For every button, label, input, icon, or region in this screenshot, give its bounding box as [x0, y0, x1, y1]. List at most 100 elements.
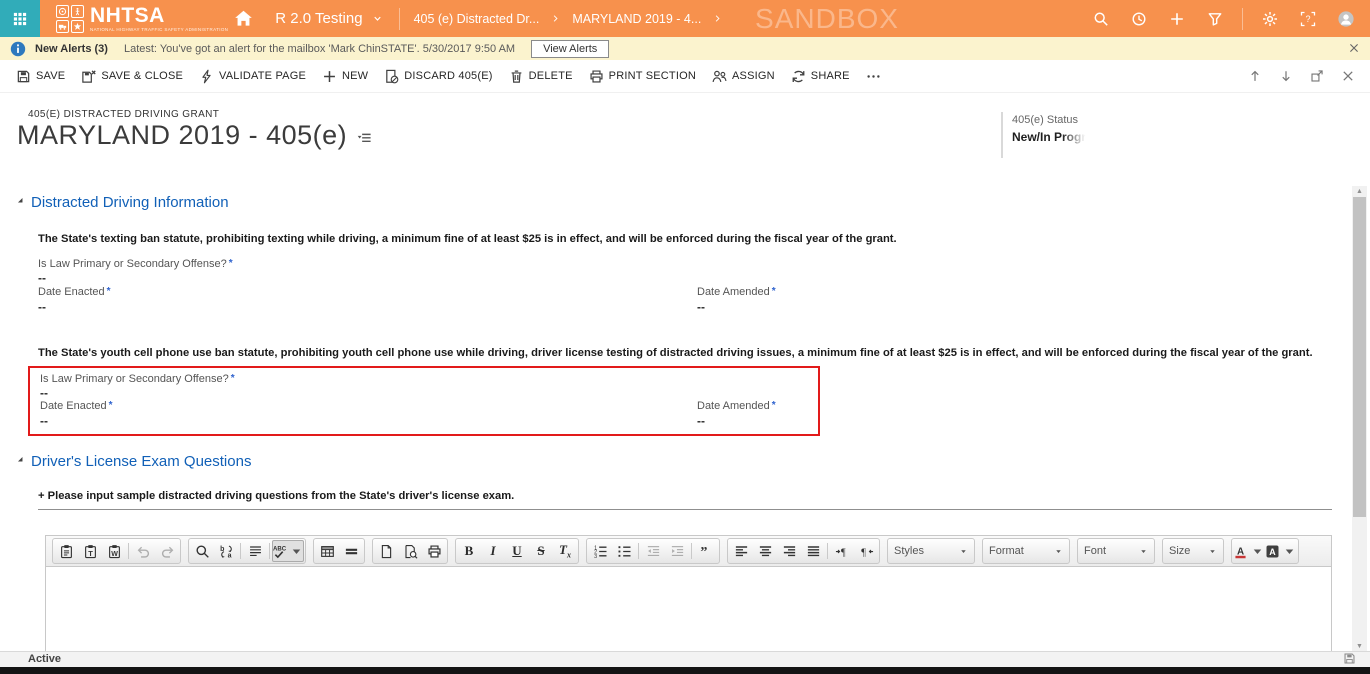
user-avatar[interactable] — [1338, 11, 1354, 27]
remove-format-button[interactable]: Tx — [553, 540, 577, 562]
home-icon[interactable] — [234, 9, 253, 28]
decrease-indent-button[interactable] — [641, 540, 665, 562]
italic-button[interactable]: I — [481, 540, 505, 562]
recent-items-icon[interactable] — [1131, 11, 1147, 27]
caret-down-icon — [1250, 544, 1265, 559]
insert-table-button[interactable] — [315, 540, 339, 562]
strikethrough-button[interactable]: S — [529, 540, 553, 562]
font-dropdown[interactable]: Font — [1077, 538, 1155, 564]
paste-plain-text-button[interactable]: T — [78, 540, 102, 562]
align-right-icon — [782, 544, 797, 559]
paste-button[interactable] — [54, 540, 78, 562]
toolbar-divider — [269, 543, 270, 559]
search-icon[interactable] — [1093, 11, 1109, 27]
plus-icon — [322, 69, 337, 84]
validation-highlight-box: Is Law Primary or Secondary Offense?* --… — [28, 366, 820, 436]
autosave-icon[interactable] — [1343, 652, 1356, 665]
find-button[interactable] — [190, 540, 214, 562]
caret-down-icon — [1208, 547, 1217, 556]
next-record-icon[interactable] — [1279, 69, 1293, 83]
breadcrumb-record[interactable]: MARYLAND 2019 - 4... — [572, 12, 701, 26]
alert-close-icon[interactable] — [1348, 42, 1360, 54]
print-button[interactable] — [422, 540, 446, 562]
select-all-button[interactable] — [243, 540, 267, 562]
caret-down-icon — [1054, 547, 1063, 556]
text-direction-rtl-button[interactable]: ¶ — [854, 540, 878, 562]
bulleted-list-button[interactable] — [612, 540, 636, 562]
delete-button[interactable]: DELETE — [501, 60, 581, 92]
horizontal-rule-button[interactable] — [339, 540, 363, 562]
app-name-menu[interactable]: R 2.0 Testing — [275, 10, 382, 27]
date-enacted-value[interactable]: -- — [40, 414, 48, 428]
section-distracted-driving[interactable]: Distracted Driving Information — [16, 194, 229, 211]
settings-gear-icon[interactable] — [1262, 11, 1278, 27]
align-justify-button[interactable] — [801, 540, 825, 562]
redo-button[interactable] — [155, 540, 179, 562]
format-dropdown[interactable]: Format — [982, 538, 1070, 564]
caret-down-icon — [1282, 544, 1297, 559]
numbered-list-button[interactable]: 123 — [588, 540, 612, 562]
view-alerts-button[interactable]: View Alerts — [531, 40, 609, 58]
popout-icon[interactable] — [1310, 69, 1324, 83]
size-dropdown[interactable]: Size — [1162, 538, 1224, 564]
vertical-scrollbar[interactable]: ▲ ▼ — [1352, 186, 1367, 652]
date-amended-value[interactable]: -- — [697, 414, 705, 428]
spell-check-icon: ABC — [272, 544, 287, 559]
styles-dropdown[interactable]: Styles — [887, 538, 975, 564]
new-button[interactable]: NEW — [314, 60, 376, 92]
save-and-close-button[interactable]: SAVE & CLOSE — [73, 60, 191, 92]
blockquote-button[interactable]: ” — [694, 540, 718, 562]
svg-text:¶: ¶ — [841, 547, 846, 558]
previous-record-icon[interactable] — [1248, 69, 1262, 83]
replace-button[interactable]: ba — [214, 540, 238, 562]
toolbar-divider — [638, 543, 639, 559]
share-button[interactable]: SHARE — [783, 60, 858, 92]
print-section-button[interactable]: PRINT SECTION — [581, 60, 704, 92]
filter-icon[interactable] — [1207, 11, 1223, 27]
increase-indent-button[interactable] — [665, 540, 689, 562]
background-color-button[interactable]: A — [1265, 540, 1297, 562]
text-color-button[interactable]: A — [1233, 540, 1265, 562]
paragraph-group: 123 ” — [586, 538, 720, 564]
align-center-button[interactable] — [753, 540, 777, 562]
paste-from-word-button[interactable]: W — [102, 540, 126, 562]
date-enacted-label: Date Enacted* — [38, 286, 111, 298]
offense-field-label: Is Law Primary or Secondary Offense?* — [40, 373, 235, 385]
editor-toolbar: T W ba ABC — [46, 536, 1331, 567]
section-drivers-license-exam[interactable]: Driver's License Exam Questions — [16, 453, 251, 470]
text-color-icon: A — [1233, 544, 1248, 559]
editor-content[interactable] — [46, 567, 1331, 652]
nav-divider — [1242, 8, 1243, 30]
assign-button[interactable]: ASSIGN — [704, 60, 783, 92]
undo-button[interactable] — [131, 540, 155, 562]
app-launcher-button[interactable] — [0, 0, 40, 37]
discard-button[interactable]: DISCARD 405(E) — [376, 60, 500, 92]
align-left-button[interactable] — [729, 540, 753, 562]
underline-button[interactable]: U — [505, 540, 529, 562]
scroll-up-arrow[interactable]: ▲ — [1352, 186, 1367, 197]
save-button[interactable]: SAVE — [8, 60, 73, 92]
quick-create-icon[interactable] — [1169, 11, 1185, 27]
status-field-value: New/In Progress — [1012, 130, 1088, 144]
date-enacted-value[interactable]: -- — [38, 300, 46, 314]
find-group: ba ABC — [188, 538, 306, 564]
offense-field-value[interactable]: -- — [40, 386, 48, 400]
new-page-button[interactable] — [374, 540, 398, 562]
close-form-icon[interactable] — [1341, 69, 1355, 83]
scrollbar-thumb[interactable] — [1353, 197, 1366, 517]
form-switcher-icon[interactable] — [357, 131, 372, 146]
required-marker: * — [109, 400, 113, 411]
date-amended-value[interactable]: -- — [697, 300, 705, 314]
offense-field-value[interactable]: -- — [38, 271, 46, 285]
breadcrumb-entity[interactable]: 405 (e) Distracted Dr... — [414, 12, 540, 26]
form-status-bar — [0, 651, 1370, 668]
validate-page-button[interactable]: VALIDATE PAGE — [191, 60, 314, 92]
preview-button[interactable] — [398, 540, 422, 562]
dynamics-crm-window: NHTSA NATIONAL HIGHWAY TRAFFIC SAFETY AD… — [0, 0, 1370, 674]
more-commands-button[interactable] — [858, 60, 889, 92]
text-direction-ltr-button[interactable]: ¶ — [830, 540, 854, 562]
align-right-button[interactable] — [777, 540, 801, 562]
spell-check-button[interactable]: ABC — [272, 540, 304, 562]
bold-button[interactable]: B — [457, 540, 481, 562]
help-icon[interactable]: ? — [1300, 11, 1316, 27]
